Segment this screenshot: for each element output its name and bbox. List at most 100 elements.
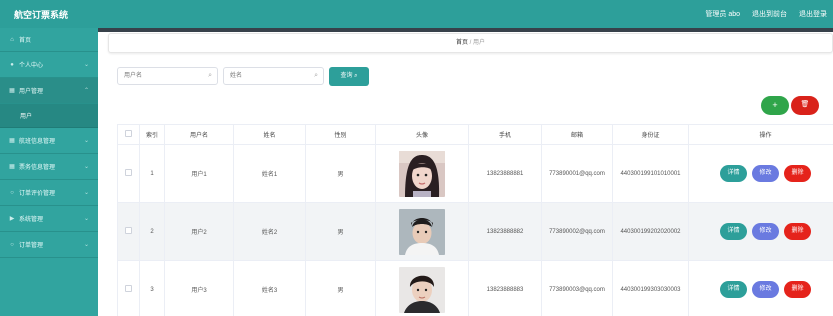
index-cell: 1 [139,144,165,203]
breadcrumb: 首页 / 用户 [108,33,833,53]
sidebar-item-label: 订单评价管理 [19,191,56,197]
gender-cell: 男 [305,202,376,261]
edit-button[interactable]: 修改 [752,165,779,182]
sidebar-item-label: 系统管理 [19,217,44,223]
detail-button[interactable]: 详情 [720,223,747,240]
column-header: 邮箱 [541,124,613,145]
delete-button[interactable]: 删除 [784,281,811,298]
name-search-field[interactable]: ⌕ [223,67,324,85]
breadcrumb-current: 用户 [473,40,486,46]
email-text: 773890001@qq.com [549,170,605,177]
users-icon: ▦ [9,88,15,94]
edit-button[interactable]: 修改 [752,223,779,240]
sidebar-item-flights[interactable]: ▦ 航班信息管理 ⌄ [0,128,98,154]
back-to-front-link[interactable]: 退出到前台 [752,9,787,19]
select-all-checkbox[interactable] [125,130,132,137]
flight-icon: ▦ [9,138,15,144]
chevron-up-icon: ⌃ [83,88,89,94]
trash-icon: 🗑 [800,101,810,108]
index-cell: 2 [139,202,165,261]
row-checkbox[interactable] [125,169,132,176]
avatar-cell [375,260,469,316]
logout-link[interactable]: 退出登录 [799,9,827,19]
row-select-cell [117,202,140,261]
plus-icon: + [772,100,778,110]
chevron-down-icon: ⌄ [83,242,89,248]
index-cell: 3 [139,260,165,316]
idcard-text: 440300199101010001 [620,170,681,177]
chevron-down-icon: ⌄ [83,216,89,222]
delete-button[interactable]: 删除 [784,223,811,240]
sidebar-item-orders[interactable]: ○ 订单管理 ⌄ [0,232,98,258]
email-cell: 773890003@qq.com [541,260,613,316]
query-button[interactable]: 查询 ⌕ [329,67,369,86]
idcard-cell: 440300199303030003 [612,260,689,316]
sidebar-subitem-user[interactable]: 用户 [0,104,98,128]
avatar [399,266,445,313]
username-search-input[interactable] [118,68,217,84]
gender-cell: 男 [305,260,376,316]
sidebar: ⌂ 首页 ● 个人中心 ⌄ ▦ 用户管理 ⌃ 用户 ▦ 航班信息管理 ⌄ ▦ 票… [0,28,98,316]
phone-cell: 13823888882 [468,202,542,261]
phone-cell: 13823888881 [468,144,542,203]
sidebar-item-label: 航班信息管理 [19,139,56,145]
sidebar-item-users[interactable]: ▦ 用户管理 ⌃ [0,78,98,104]
home-icon: ⌂ [10,36,14,43]
chevron-down-icon: ⌄ [83,164,89,170]
sidebar-item-tickets[interactable]: ▦ 票务信息管理 ⌄ [0,154,98,180]
avatar [399,208,445,255]
table-header-row: 索引 用户名 姓名 性别 头像 手机 邮箱 身份证 操作 [117,124,833,145]
username-search-field[interactable]: ⌕ [117,67,218,85]
gender-cell: 男 [305,144,376,203]
email-cell: 773890002@qq.com [541,202,613,261]
name-cell: 姓名1 [233,144,306,203]
username-cell: 用户1 [164,144,234,203]
sidebar-item-home[interactable]: ⌂ 首页 [0,28,98,52]
delete-button[interactable]: 删除 [784,165,811,182]
column-header: 身份证 [612,124,689,145]
detail-button[interactable]: 详情 [720,165,747,182]
sidebar-item-system[interactable]: ▶ 系统管理 ⌄ [0,206,98,232]
chevron-down-icon: ⌄ [83,138,89,144]
sidebar-item-label: 用户管理 [19,89,44,95]
table-row: 1 用户1 姓名1 男 13823888881 773890001@qq.com… [117,144,833,203]
person-icon: ● [10,61,14,68]
phone-cell: 13823888883 [468,260,542,316]
name-cell: 姓名3 [233,260,306,316]
add-button[interactable]: + [761,96,789,115]
table-row: 3 用户3 姓名3 男 13823888883 773890003@qq.com… [117,260,833,316]
row-select-cell [117,260,140,316]
settings-icon: ▶ [9,216,15,222]
batch-delete-button[interactable]: 🗑 [791,96,819,115]
sidebar-item-personal[interactable]: ● 个人中心 ⌄ [0,52,98,78]
idcard-text: 440300199202020002 [620,228,681,235]
table-row: 2 用户2 姓名2 男 13823888882 773890002@qq.com… [117,202,833,261]
admin-label[interactable]: 管理员 abo [705,9,740,19]
name-search-input[interactable] [224,68,323,84]
column-header: 手机 [468,124,542,145]
ticket-icon: ▦ [9,164,15,170]
detail-button[interactable]: 详情 [720,281,747,298]
operations-cell: 详情 修改 删除 [688,202,833,261]
idcard-text: 440300199303030003 [620,286,681,293]
row-checkbox[interactable] [125,227,132,234]
row-checkbox[interactable] [125,285,132,292]
operations-cell: 详情 修改 删除 [688,144,833,203]
avatar [399,150,445,197]
row-select-cell [117,144,140,203]
search-icon: ⌕ [314,72,318,79]
header-actions: 管理员 abo 退出到前台 退出登录 [705,9,827,19]
sidebar-item-reviews[interactable]: ○ 订单评价管理 ⌄ [0,180,98,206]
sidebar-item-label: 订单管理 [19,243,44,249]
breadcrumb-home[interactable]: 首页 [456,40,468,46]
order-icon: ○ [10,241,14,248]
comment-icon: ○ [10,189,14,196]
breadcrumb-separator: / [469,40,472,46]
username-cell: 用户3 [164,260,234,316]
idcard-cell: 440300199202020002 [612,202,689,261]
edit-button[interactable]: 修改 [752,281,779,298]
name-cell: 姓名2 [233,202,306,261]
avatar-cell [375,202,469,261]
operations-cell: 详情 修改 删除 [688,260,833,316]
sidebar-item-label: 首页 [19,38,32,44]
